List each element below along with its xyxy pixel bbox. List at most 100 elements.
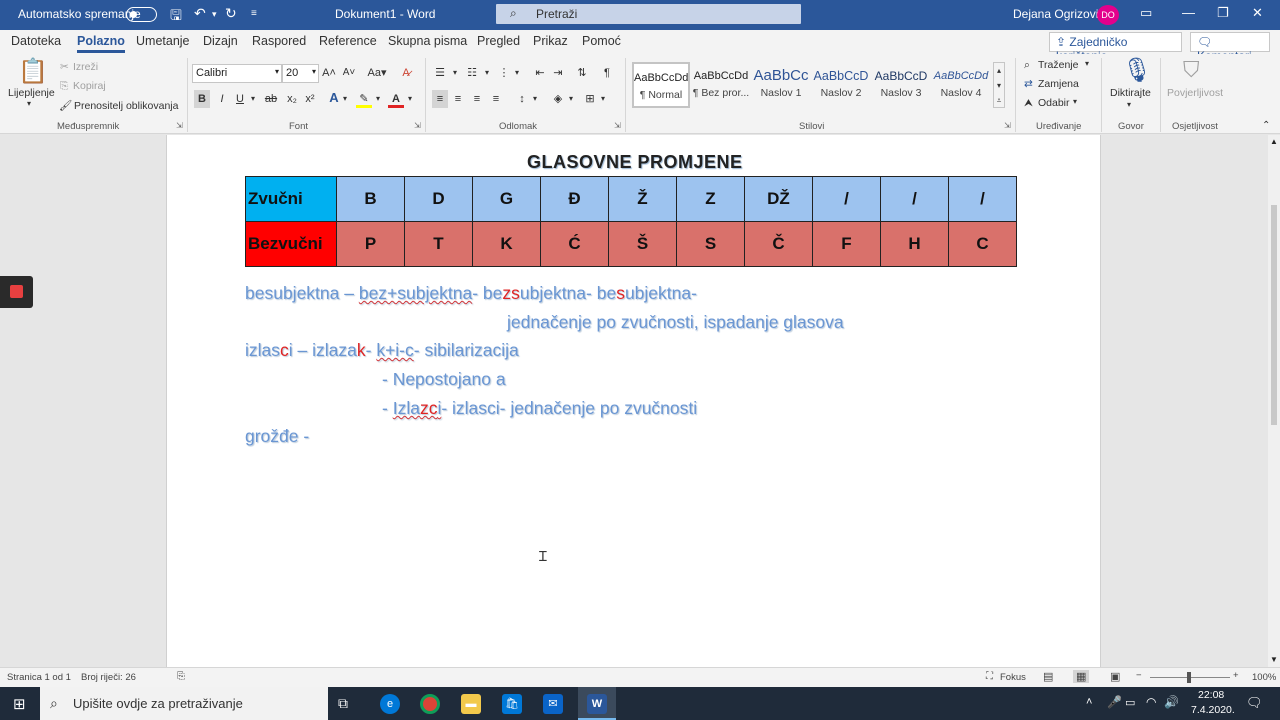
- recording-indicator[interactable]: [0, 276, 33, 308]
- select-icon[interactable]: ⮝: [1024, 97, 1033, 110]
- numbering-icon[interactable]: ☷: [464, 64, 480, 82]
- tab-raspored[interactable]: Raspored: [252, 34, 306, 48]
- wifi-icon[interactable]: ◠: [1146, 695, 1156, 709]
- read-mode-icon[interactable]: ▤: [1043, 670, 1053, 683]
- word-taskbar-button[interactable]: W: [578, 687, 616, 720]
- collapse-ribbon-icon[interactable]: ⌃: [1262, 120, 1270, 131]
- avatar[interactable]: DO: [1097, 5, 1119, 25]
- style-heading-2[interactable]: AaBbCcD Naslov 2: [812, 62, 870, 108]
- styles-scroll-icon[interactable]: ▴ ▾ ⩡: [993, 62, 1005, 108]
- user-name[interactable]: Dejana Ogrizović: [1013, 7, 1104, 21]
- ribbon-display-icon[interactable]: ▭: [1140, 5, 1152, 21]
- taskbar-search[interactable]: ⌕ Upišite ovdje za pretraživanje: [40, 687, 328, 720]
- close-icon[interactable]: ✕: [1252, 5, 1263, 21]
- find-dropdown-icon[interactable]: ▾: [1085, 59, 1089, 68]
- focus-button[interactable]: Fokus: [1000, 672, 1026, 683]
- zoom-slider[interactable]: [1150, 672, 1230, 683]
- paste-icon[interactable]: 📋: [18, 57, 48, 86]
- italic-icon[interactable]: I: [214, 90, 230, 108]
- style-heading-3[interactable]: AaBbCcD Naslov 3: [872, 62, 930, 108]
- maximize-icon[interactable]: ❐: [1217, 5, 1229, 21]
- underline-icon[interactable]: U: [232, 90, 248, 108]
- scroll-thumb[interactable]: [1271, 205, 1277, 425]
- grow-font-icon[interactable]: A˄: [321, 64, 337, 82]
- share-button[interactable]: ⇪ Zajedničko korištenje: [1049, 32, 1182, 63]
- redo-icon[interactable]: ↻: [225, 5, 237, 22]
- multilevel-dropdown-icon[interactable]: ▾: [512, 64, 522, 82]
- replace-icon[interactable]: ⇄: [1024, 78, 1033, 90]
- chrome-icon[interactable]: [420, 694, 440, 714]
- underline-dropdown-icon[interactable]: ▾: [248, 90, 258, 108]
- web-layout-icon[interactable]: ▣: [1110, 670, 1120, 683]
- microphone-icon[interactable]: 🎙: [1122, 56, 1152, 85]
- windows-start-icon[interactable]: ⊞: [13, 695, 26, 713]
- style-normal[interactable]: AaBbCcDd ¶ Normal: [632, 62, 690, 108]
- tab-pregled[interactable]: Pregled: [477, 34, 520, 48]
- notification-icon[interactable]: 🗨: [1246, 695, 1263, 711]
- edge-icon[interactable]: e: [380, 694, 400, 714]
- justify-icon[interactable]: ≡: [488, 90, 504, 108]
- tab-skupna-pisma[interactable]: Skupna pisma: [388, 34, 467, 48]
- bullets-dropdown-icon[interactable]: ▾: [450, 64, 460, 82]
- paste-button[interactable]: Lijepljenje: [8, 87, 55, 99]
- tab-pomoc[interactable]: Pomoć: [582, 34, 621, 48]
- clock-time[interactable]: 22:08: [1198, 689, 1224, 701]
- style-heading-4[interactable]: AaBbCcDd Naslov 4: [932, 62, 990, 108]
- paste-dropdown-icon[interactable]: ▾: [27, 99, 31, 108]
- line-spacing-dropdown-icon[interactable]: ▾: [530, 90, 540, 108]
- font-size-select[interactable]: 20 ▾: [282, 64, 319, 83]
- find-button[interactable]: Traženje: [1038, 59, 1078, 71]
- increase-indent-icon[interactable]: ⇥: [550, 64, 566, 82]
- dictate-dropdown-icon[interactable]: ▾: [1127, 100, 1131, 109]
- word-count[interactable]: Broj riječi: 26: [81, 672, 136, 683]
- comments-button[interactable]: 🗨 Komentari: [1190, 32, 1270, 63]
- bold-icon[interactable]: B: [194, 90, 210, 108]
- format-painter-button[interactable]: Prenositelj oblikovanja: [74, 100, 178, 112]
- select-dropdown-icon[interactable]: ▾: [1073, 97, 1077, 106]
- highlight-dropdown-icon[interactable]: ▾: [373, 90, 383, 108]
- mail-icon[interactable]: ✉: [543, 694, 563, 714]
- clock-date[interactable]: 7.4.2020.: [1191, 704, 1235, 716]
- customize-qat-icon[interactable]: ≡: [251, 8, 257, 19]
- font-color-icon[interactable]: A: [388, 90, 404, 108]
- font-launcher-icon[interactable]: ⇲: [414, 121, 421, 130]
- battery-icon[interactable]: ▭: [1125, 696, 1135, 709]
- search-box[interactable]: ⌕ Pretraži: [496, 4, 801, 24]
- zoom-in-icon[interactable]: +: [1233, 670, 1239, 681]
- style-no-spacing[interactable]: AaBbCcDd ¶ Bez pror...: [692, 62, 750, 108]
- align-right-icon[interactable]: ≡: [469, 90, 485, 108]
- align-left-icon[interactable]: ≡: [432, 90, 448, 108]
- tab-polazno[interactable]: Polazno: [77, 34, 125, 53]
- store-icon[interactable]: 🛍: [502, 694, 522, 714]
- replace-button[interactable]: Zamjena: [1038, 78, 1079, 90]
- focus-icon[interactable]: ⛶: [986, 671, 993, 682]
- task-view-icon[interactable]: ⧉: [338, 695, 348, 712]
- tab-prikaz[interactable]: Prikaz: [533, 34, 568, 48]
- select-button[interactable]: Odabir: [1038, 97, 1070, 109]
- font-name-select[interactable]: Calibri ▾: [192, 64, 282, 83]
- decrease-indent-icon[interactable]: ⇤: [532, 64, 548, 82]
- borders-dropdown-icon[interactable]: ▾: [598, 90, 608, 108]
- numbering-dropdown-icon[interactable]: ▾: [482, 64, 492, 82]
- text-effects-dropdown-icon[interactable]: ▾: [340, 90, 350, 108]
- line-spacing-icon[interactable]: ↕: [514, 90, 530, 108]
- find-icon[interactable]: ⌕: [1024, 59, 1030, 72]
- change-case-icon[interactable]: Aa▾: [366, 64, 388, 82]
- sort-icon[interactable]: ⇅: [574, 64, 590, 82]
- clipboard-launcher-icon[interactable]: ⇲: [176, 121, 183, 130]
- format-painter-icon[interactable]: 🖌: [59, 99, 72, 112]
- page-count[interactable]: Stranica 1 od 1: [7, 672, 71, 683]
- zoom-slider-thumb[interactable]: [1187, 672, 1191, 683]
- dictate-button[interactable]: Diktirajte: [1110, 87, 1151, 99]
- styles-launcher-icon[interactable]: ⇲: [1004, 121, 1011, 130]
- zoom-out-icon[interactable]: −: [1136, 670, 1142, 681]
- align-center-icon[interactable]: ≡: [450, 90, 466, 108]
- minimize-icon[interactable]: —: [1182, 5, 1195, 20]
- shading-icon[interactable]: ◈: [550, 90, 566, 108]
- undo-icon[interactable]: ↶: [194, 5, 206, 22]
- volume-icon[interactable]: 🔊: [1164, 695, 1179, 709]
- multilevel-list-icon[interactable]: ⋮: [496, 64, 512, 82]
- proofing-icon[interactable]: ⎘: [177, 671, 185, 682]
- save-icon[interactable]: 🖫: [170, 5, 182, 29]
- subscript-icon[interactable]: x₂: [284, 90, 300, 108]
